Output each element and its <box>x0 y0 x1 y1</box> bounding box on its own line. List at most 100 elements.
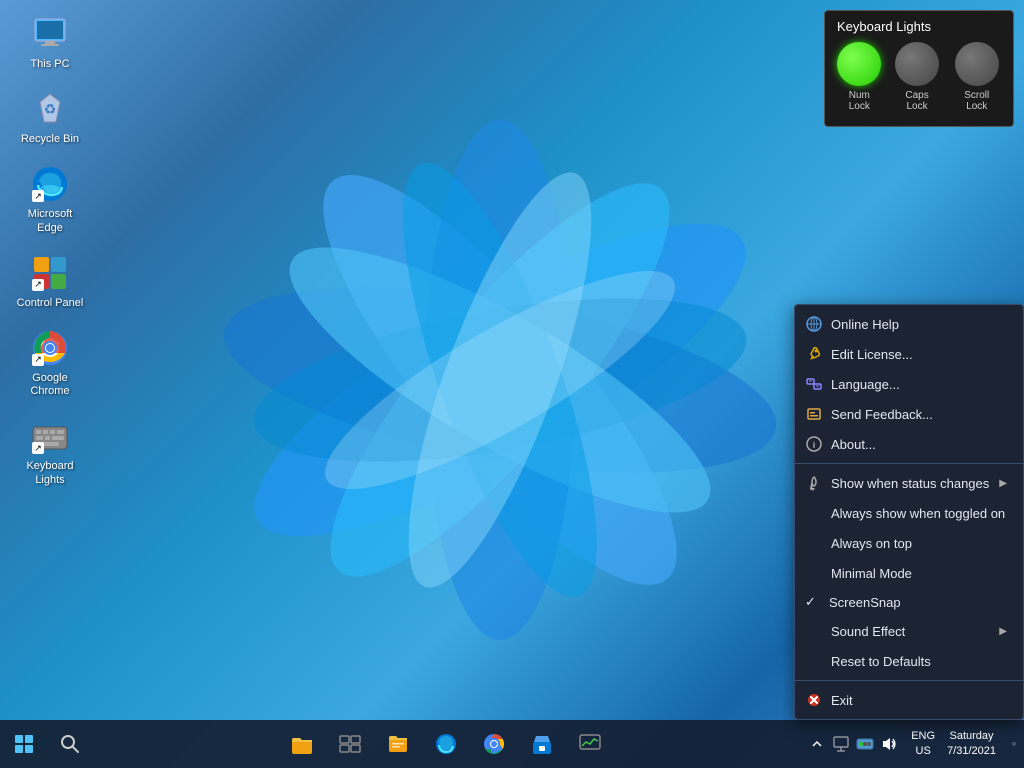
svg-text:♻: ♻ <box>44 101 57 117</box>
kl-tray-icon[interactable] <box>855 734 875 754</box>
scroll-lock-item[interactable]: Scroll Lock <box>953 42 1002 112</box>
language-icon <box>805 375 823 393</box>
desktop: This PC ♻ Recycle Bin ↗ Micro <box>0 0 1024 768</box>
scroll-lock-light[interactable] <box>955 42 999 86</box>
taskbar-clock[interactable]: Saturday 7/31/2021 <box>939 729 1004 760</box>
network-icon <box>832 735 850 753</box>
file-manager-icon <box>386 732 410 756</box>
cm-screensnap[interactable]: ✓ ScreenSnap <box>795 588 1023 616</box>
cm-sound-effect-label: Sound Effect <box>831 624 991 639</box>
taskbar-language[interactable]: ENG US <box>907 729 939 760</box>
cm-about[interactable]: i About... <box>795 429 1023 459</box>
cm-always-on-top[interactable]: Always on top <box>795 528 1023 558</box>
windows-logo <box>14 734 34 754</box>
caps-lock-label: Caps Lock <box>894 90 941 112</box>
taskbar-file-explorer[interactable] <box>280 722 324 766</box>
cm-about-label: About... <box>831 437 1007 452</box>
edge-icon: ↗ <box>30 164 70 204</box>
desktop-icon-recycle-bin[interactable]: ♻ Recycle Bin <box>10 85 90 150</box>
shortcut-arrow: ↗ <box>32 190 44 202</box>
cm-separator-1 <box>795 463 1023 464</box>
taskbar-file-manager[interactable] <box>376 722 420 766</box>
cm-minimal-mode-label: Minimal Mode <box>831 566 1007 581</box>
speaker-icon <box>880 735 898 753</box>
taskbar-monitor[interactable] <box>568 722 612 766</box>
cm-language-label: Language... <box>831 377 1007 392</box>
num-lock-item[interactable]: Num Lock <box>837 42 882 112</box>
keyboard-lights-icon: ↗ <box>30 416 70 456</box>
taskbar-chrome[interactable] <box>472 722 516 766</box>
cm-reset-defaults-icon <box>805 652 823 670</box>
cm-screensnap-label: ScreenSnap <box>829 595 1007 610</box>
cm-sound-effect[interactable]: Sound Effect ▶ <box>795 616 1023 646</box>
kl-widget: Keyboard Lights Num Lock Caps Lock Scrol… <box>824 10 1014 127</box>
send-feedback-icon <box>805 405 823 423</box>
num-lock-light[interactable] <box>837 42 881 86</box>
cm-sound-effect-icon <box>805 622 823 640</box>
cm-edit-license-label: Edit License... <box>831 347 1007 362</box>
online-help-icon <box>805 315 823 333</box>
cm-sound-effect-arrow: ▶ <box>999 626 1007 637</box>
caps-lock-light[interactable] <box>895 42 939 86</box>
notification-center-button[interactable] <box>1004 734 1024 754</box>
search-button[interactable] <box>48 722 92 766</box>
shortcut-arrow-chrome: ↗ <box>32 354 44 366</box>
kl-widget-title: Keyboard Lights <box>837 19 1001 34</box>
taskbar-edge-icon <box>434 732 458 756</box>
lang-line1: ENG <box>911 729 935 744</box>
svg-text:i: i <box>813 440 816 450</box>
taskbar-edge[interactable] <box>424 722 468 766</box>
speaker-tray-icon[interactable] <box>879 734 899 754</box>
desktop-icon-keyboard-lights[interactable]: ↗ KeyboardLights <box>10 412 90 490</box>
cm-exit-label: Exit <box>831 693 1007 708</box>
recycle-bin-label: Recycle Bin <box>21 133 79 146</box>
context-menu: Online Help Edit License... <box>794 304 1024 720</box>
cm-minimal-mode[interactable]: Minimal Mode <box>795 558 1023 588</box>
task-view-icon <box>338 732 362 756</box>
edit-license-icon <box>805 345 823 363</box>
taskbar-store[interactable] <box>520 722 564 766</box>
caps-lock-item[interactable]: Caps Lock <box>894 42 941 112</box>
recycle-bin-icon: ♻ <box>30 89 70 129</box>
cm-always-show-toggled[interactable]: Always show when toggled on <box>795 498 1023 528</box>
wallpaper-decoration <box>100 30 900 730</box>
taskbar-task-view[interactable] <box>328 722 372 766</box>
desktop-icon-this-pc[interactable]: This PC <box>10 10 90 75</box>
cm-always-show-toggled-label: Always show when toggled on <box>831 506 1007 521</box>
edge-label: Microsoft Edge <box>14 208 86 234</box>
cm-edit-license[interactable]: Edit License... <box>795 339 1023 369</box>
keyboard-lights-label: KeyboardLights <box>26 460 73 486</box>
taskbar-tray <box>799 734 907 754</box>
cm-minimal-mode-icon <box>805 564 823 582</box>
tray-overflow-button[interactable] <box>807 734 827 754</box>
cm-online-help[interactable]: Online Help <box>795 309 1023 339</box>
this-pc-icon <box>30 14 70 54</box>
cm-exit[interactable]: Exit <box>795 685 1023 715</box>
num-lock-label: Num Lock <box>837 90 882 112</box>
store-icon <box>530 732 554 756</box>
chevron-up-icon <box>811 738 823 750</box>
file-explorer-icon <box>290 732 314 756</box>
desktop-icon-microsoft-edge[interactable]: ↗ Microsoft Edge <box>10 160 90 238</box>
desktop-icon-google-chrome[interactable]: ↗ Google Chrome <box>10 324 90 402</box>
show-when-status-icon <box>805 474 823 492</box>
clock-time: Saturday <box>947 729 996 744</box>
cm-screensnap-check: ✓ <box>805 594 821 610</box>
cm-always-show-toggled-icon <box>805 504 823 522</box>
cm-language[interactable]: Language... <box>795 369 1023 399</box>
notification-icon <box>1012 735 1016 753</box>
shortcut-arrow-kl: ↗ <box>32 442 44 454</box>
cm-send-feedback[interactable]: Send Feedback... <box>795 399 1023 429</box>
cm-separator-2 <box>795 680 1023 681</box>
about-icon: i <box>805 435 823 453</box>
desktop-icon-control-panel[interactable]: ↗ Control Panel <box>10 249 90 314</box>
cm-reset-defaults[interactable]: Reset to Defaults <box>795 646 1023 676</box>
cm-show-when-status[interactable]: Show when status changes ▶ <box>795 468 1023 498</box>
network-tray-icon[interactable] <box>831 734 851 754</box>
this-pc-label: This PC <box>30 58 69 71</box>
start-button[interactable] <box>0 720 48 768</box>
search-icon <box>60 734 80 754</box>
control-panel-label: Control Panel <box>17 297 84 310</box>
cm-online-help-label: Online Help <box>831 317 1007 332</box>
taskbar-chrome-icon <box>482 732 506 756</box>
